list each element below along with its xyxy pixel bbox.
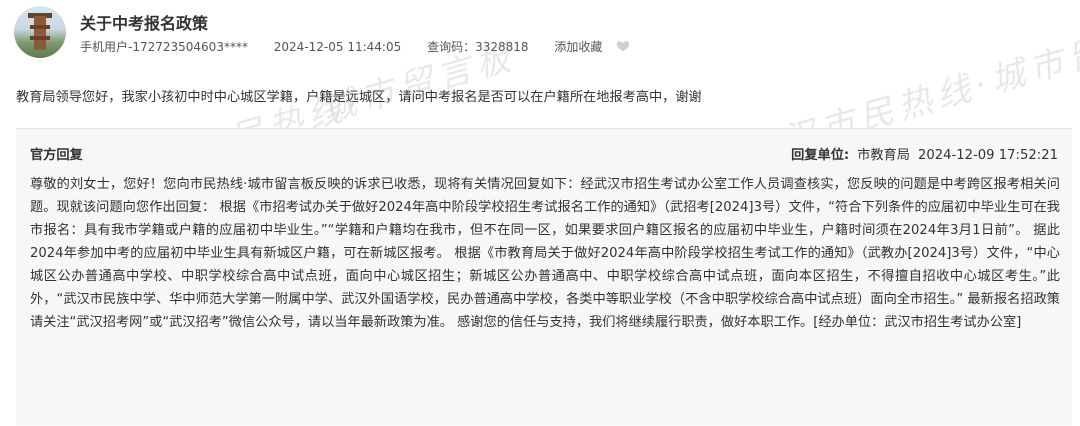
reply-unit: 市教育局: [857, 148, 910, 163]
query-code-label: 查询码：: [427, 40, 476, 54]
question-text: 教育局领导您好，我家小孩初中时中心城区学籍，户籍是远城区，请问中考报名是否可以在…: [16, 90, 702, 105]
page-title: 关于中考报名政策: [80, 14, 209, 33]
author: 手机用户-172723504603****: [80, 40, 248, 54]
reply-info: 回复单位: 市教育局 2024-12-09 17:52:21: [791, 144, 1058, 163]
post-datetime: 2024-12-05 11:44:05: [273, 40, 402, 54]
query-code: 查询码：3328818: [427, 40, 528, 54]
reply-datetime: 2024-12-09 17:52:21: [917, 148, 1058, 163]
heart-icon[interactable]: [616, 39, 630, 53]
reply-unit-label: 回复单位:: [791, 148, 850, 163]
reply-body: 尊敬的刘女士，您好！您向市民热线·城市留言板反映的诉求已收悉，现将有关情况回复如…: [30, 177, 1060, 330]
avatar: [14, 6, 66, 58]
query-code-value: 3328818: [475, 40, 529, 54]
official-reply: 官方回复 回复单位: 市教育局 2024-12-09 17:52:21 尊敬的刘女士…: [16, 128, 1072, 425]
add-favorite-button[interactable]: 添加收藏: [554, 40, 602, 54]
post-meta: 手机用户-172723504603**** 2024-12-05 11:44:0…: [80, 38, 630, 55]
reply-label: 官方回复: [30, 148, 83, 163]
